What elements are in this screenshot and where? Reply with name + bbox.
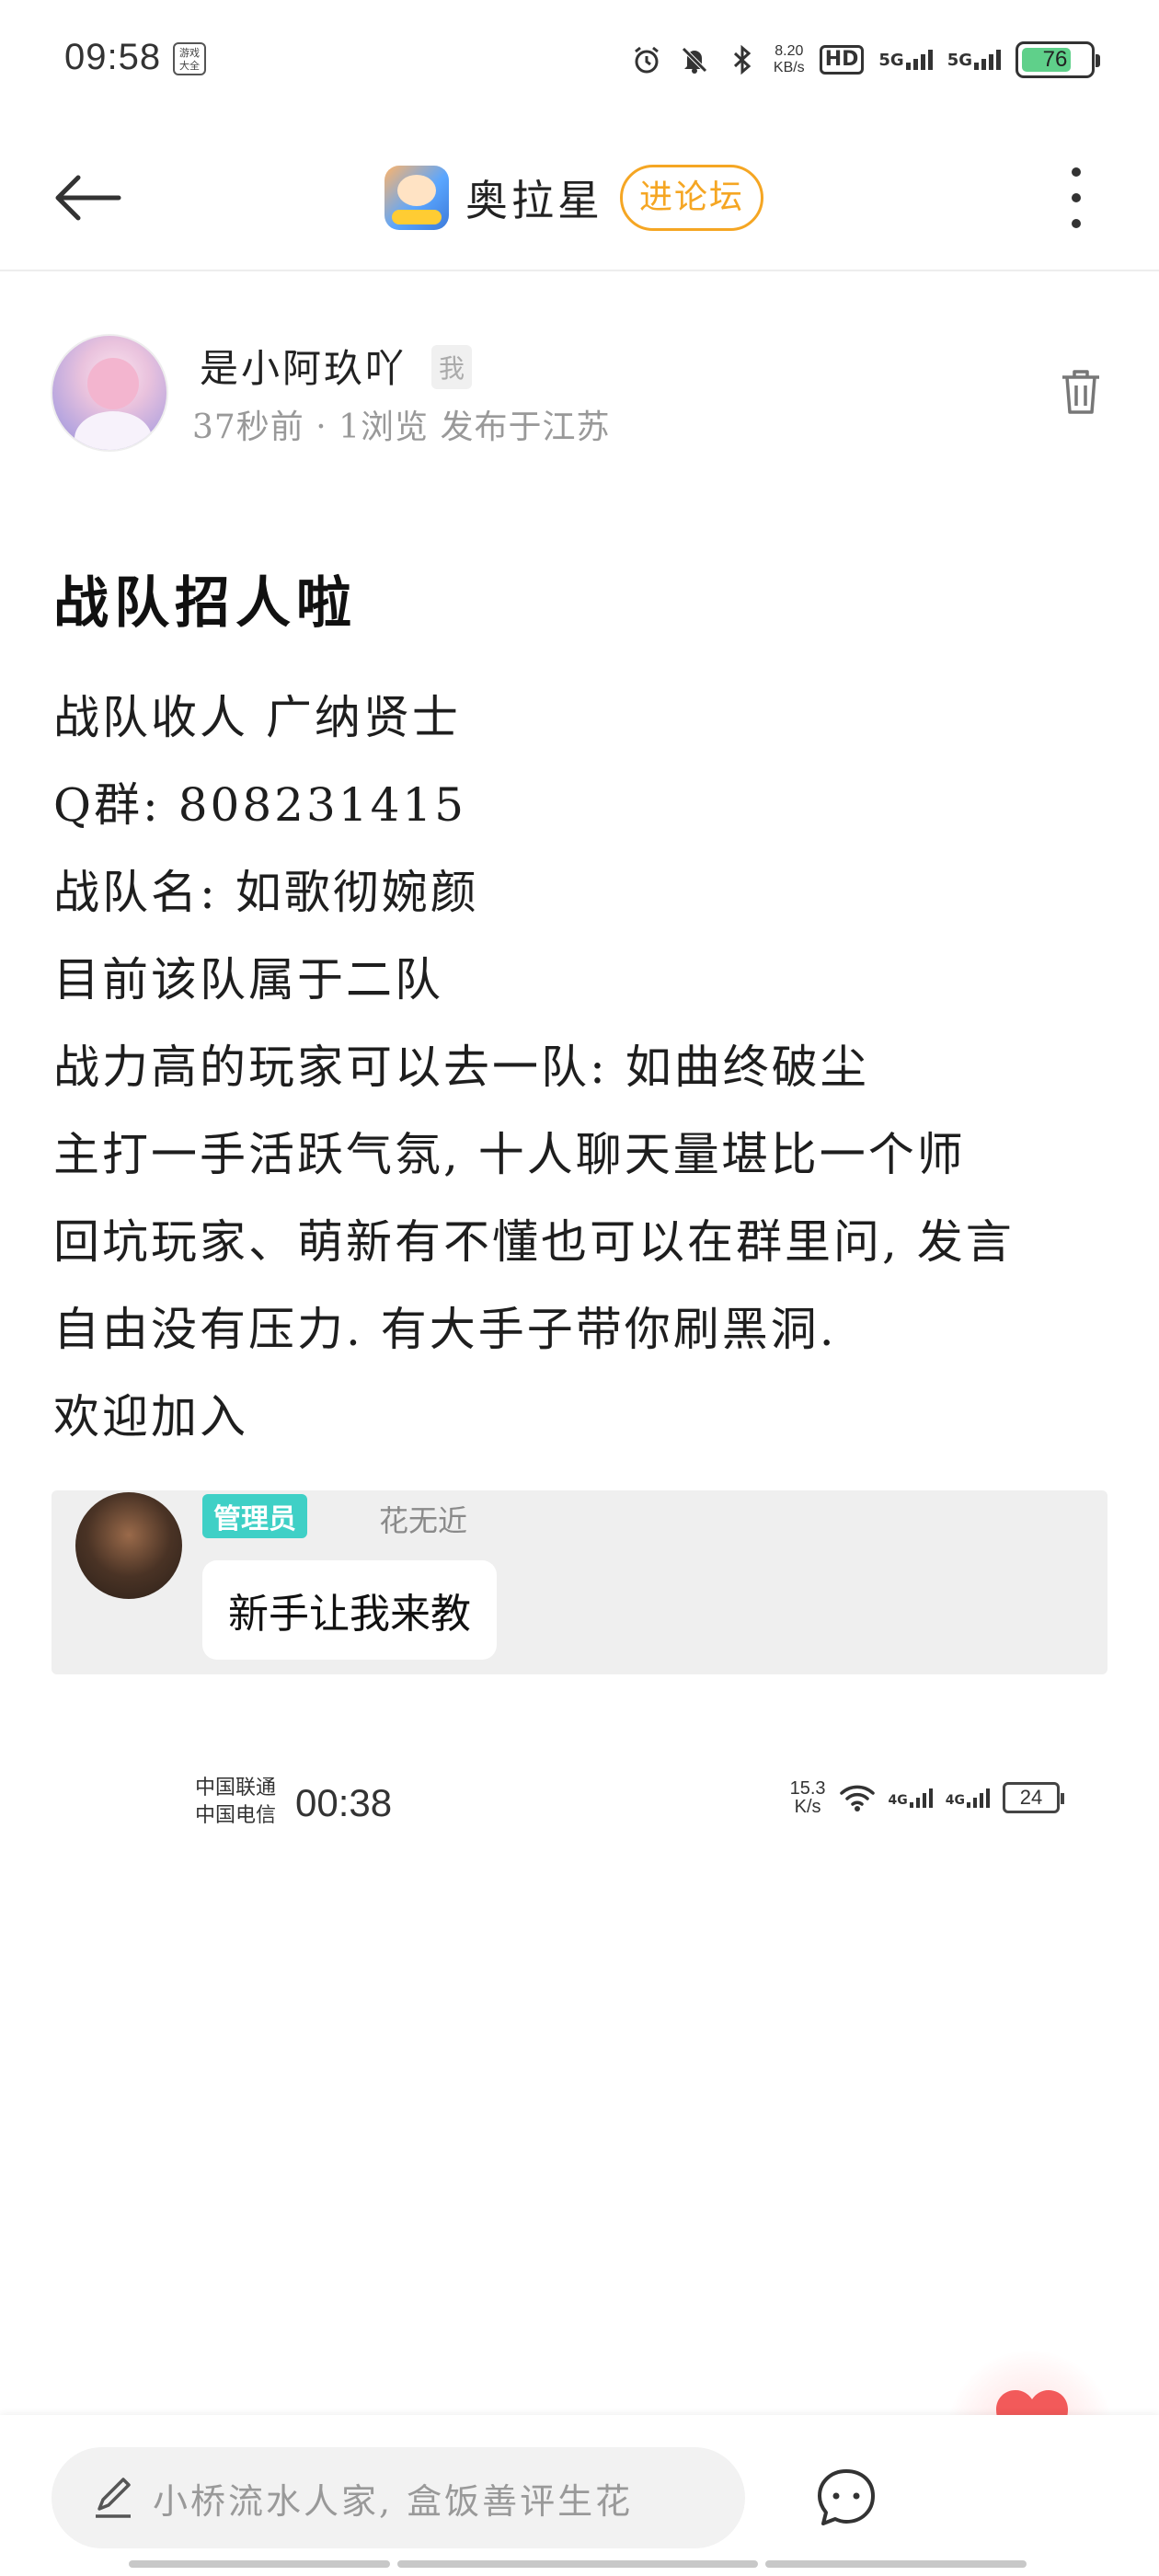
signal-bars-icon <box>909 1788 933 1808</box>
signal-bars-icon <box>967 1788 990 1808</box>
screenshot-net1: 4G <box>888 1793 908 1808</box>
me-badge: 我 <box>431 345 473 389</box>
screenshot-battery-icon: 24 <box>1003 1782 1064 1813</box>
bluetooth-icon <box>726 43 759 76</box>
mute-icon <box>678 43 711 76</box>
commenter-name: 花无近 <box>379 1503 468 1538</box>
comment-bubble-icon <box>818 2469 875 2525</box>
home-indicator-segment <box>129 2560 390 2568</box>
screenshot-speed: 15.3 K/s <box>790 1779 826 1816</box>
screenshot-net2: 4G <box>945 1793 965 1808</box>
post-title: 战队招人啦 <box>53 571 357 636</box>
carrier-1: 中国联通 <box>195 1776 277 1799</box>
post-line: 战力高的玩家可以去一队: 如曲终破尘 <box>53 1041 869 1094</box>
screenshot-speed-value: 15.3 <box>789 1778 826 1799</box>
more-dot-icon <box>1072 193 1081 202</box>
alarm-icon <box>630 43 663 76</box>
sim2-signal: 5G <box>947 50 1001 70</box>
forum-logo-icon[interactable] <box>384 166 449 230</box>
more-options-button[interactable] <box>1039 156 1113 239</box>
more-dot-icon <box>1072 167 1081 177</box>
battery-icon: 76 <box>1016 41 1100 78</box>
back-arrow-icon <box>55 175 121 221</box>
wifi-icon <box>839 1785 875 1811</box>
more-dot-icon <box>1072 219 1081 228</box>
delete-button[interactable] <box>1053 360 1108 424</box>
home-indicator-segment <box>397 2560 758 2568</box>
post-line: 战队收人 广纳贤士 <box>53 691 461 744</box>
status-bar: 09:58 游戏大全 8.20 KB/s HD 5G 5G 76 <box>0 0 1159 120</box>
carrier-2: 中国电信 <box>195 1803 277 1826</box>
author-name[interactable]: 是小阿玖吖 <box>200 338 407 394</box>
screenshot-time: 00:38 <box>295 1781 393 1824</box>
admin-badge: 管理员 <box>202 1494 307 1538</box>
bottom-bar: 小桥流水人家, 盒饭善评生花 <box>0 2415 1159 2576</box>
post-line: Q群: 808231415 <box>53 778 467 832</box>
post-author: 是小阿玖吖 我 37秒前 · 1浏览 发布于江苏 <box>51 334 1108 454</box>
comment-button[interactable] <box>809 2461 883 2535</box>
status-time: 09:58 <box>64 37 162 77</box>
status-icons: 8.20 KB/s HD 5G 5G 76 <box>630 37 1100 83</box>
post-meta: 37秒前 · 1浏览 发布于江苏 <box>192 408 611 446</box>
network-speed-value: 8.20 <box>775 43 804 59</box>
back-button[interactable] <box>46 156 129 239</box>
post-line: 战队名: 如歌彻婉颜 <box>53 866 479 919</box>
game-center-icon: 游戏大全 <box>173 42 206 75</box>
post-line: 自由没有压力. 有大手子带你刷黑洞. <box>53 1303 837 1356</box>
commenter-avatar <box>75 1492 182 1599</box>
comment-bubble: 新手让我来教 <box>202 1560 497 1660</box>
reply-placeholder: 小桥流水人家, 盒饭善评生花 <box>153 2480 634 2522</box>
hd-voice-badge: HD <box>819 45 865 75</box>
post-line: 欢迎加入 <box>53 1390 248 1443</box>
forum-header: 奥拉星 进论坛 <box>384 158 764 237</box>
signal-bars-icon <box>905 50 933 70</box>
author-avatar[interactable] <box>51 334 168 452</box>
post-line: 主打一手活跃气氛, 十人聊天量堪比一个师 <box>53 1128 966 1181</box>
sim1-label: 5G <box>878 51 904 70</box>
home-indicator-segment <box>765 2560 1027 2568</box>
top-navigation: 奥拉星 进论坛 <box>0 120 1159 271</box>
screenshot-status-icons: 15.3 K/s 4G 4G 24 <box>790 1779 1064 1816</box>
sim2-label: 5G <box>947 51 972 70</box>
post-line: 回坑玩家、萌新有不懂也可以在群里问, 发言 <box>53 1215 1015 1269</box>
screenshot-speed-unit: K/s <box>794 1797 821 1817</box>
embedded-comment-image[interactable]: 管理员 花无近 新手让我来教 <box>52 1490 1107 1674</box>
signal-bars-icon <box>974 50 1001 70</box>
carrier-labels: 中国联通 中国电信 <box>195 1774 276 1829</box>
screenshot-sim1: 4G <box>889 1788 933 1808</box>
network-speed: 8.20 KB/s <box>774 43 805 76</box>
forum-name[interactable]: 奥拉星 <box>465 167 603 228</box>
pencil-icon <box>96 2478 131 2518</box>
post-body: 战队收人 广纳贤士 Q群: 808231415 战队名: 如歌彻婉颜 目前该队属… <box>53 679 1111 1466</box>
embedded-screenshot-image[interactable]: 中国联通 中国电信 00:38 15.3 K/s 4G 4G 24 <box>52 1730 1107 2410</box>
post-line: 目前该队属于二队 <box>53 953 443 1006</box>
screenshot-sim2: 4G <box>946 1788 990 1808</box>
enter-forum-button[interactable]: 进论坛 <box>620 165 764 231</box>
battery-percent: 76 <box>1042 47 1068 72</box>
reply-input[interactable]: 小桥流水人家, 盒饭善评生花 <box>52 2447 745 2548</box>
sim1-signal: 5G <box>878 50 933 70</box>
network-speed-unit: KB/s <box>773 60 805 75</box>
trash-icon <box>1062 370 1099 414</box>
